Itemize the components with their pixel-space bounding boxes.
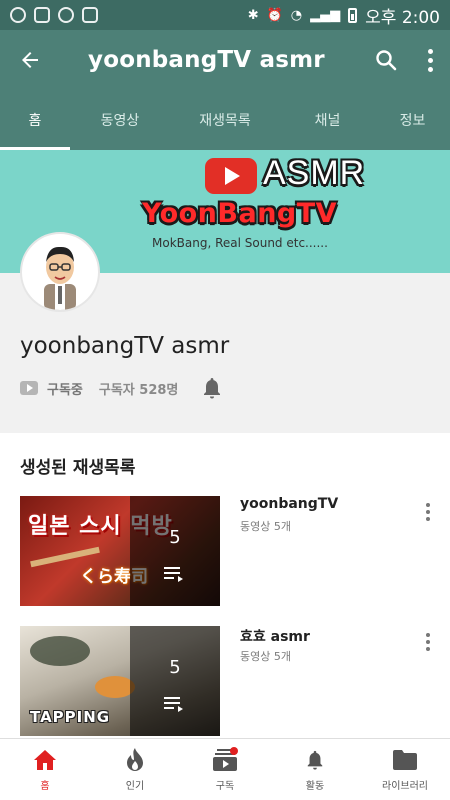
avatar-cartoon-icon xyxy=(44,246,76,310)
playlist-video-count: 5 xyxy=(169,526,181,548)
tab-about[interactable]: 정보 xyxy=(375,90,450,150)
nav-library-label: 라이브러리 xyxy=(382,781,428,792)
playlist-thumbnail[interactable]: 일본 스시 먹방 くら寿司 5 xyxy=(20,496,220,606)
youtube-logo-icon xyxy=(205,158,257,194)
playlist-item[interactable]: TAPPING 5 효효 asmr 동영상 5개 xyxy=(0,626,450,736)
nav-library[interactable]: 라이브러리 xyxy=(360,739,450,800)
battery-icon xyxy=(348,7,358,23)
app-bar: yoonbangTV asmr xyxy=(0,30,450,90)
nav-activity-label: 활동 xyxy=(305,781,325,792)
flame-icon xyxy=(122,747,148,773)
status-right: ✱ ⏰ ◔ ▂▄▆ 오후 2:00 xyxy=(248,3,440,28)
playlist-queue-icon xyxy=(164,696,183,712)
status-left-icons xyxy=(10,7,98,23)
alarm-icon: ⏰ xyxy=(266,7,283,23)
nav-subscriptions[interactable]: 구독 xyxy=(180,739,270,800)
tab-playlists[interactable]: 재생목록 xyxy=(170,90,280,150)
playlist-title[interactable]: 효효 asmr xyxy=(240,626,310,646)
subscribed-button[interactable]: 구독중 xyxy=(47,379,83,398)
created-playlists-section: 생성된 재생목록 일본 스시 먹방 くら寿司 5 yoonbangTV 동영상 … xyxy=(0,433,450,738)
status-bar: ✱ ⏰ ◔ ▂▄▆ 오후 2:00 xyxy=(0,0,450,30)
subscriptions-icon xyxy=(212,747,238,773)
more-vert-icon xyxy=(427,48,433,72)
status-time: 오후 2:00 xyxy=(365,7,440,28)
nav-activity[interactable]: 활동 xyxy=(270,739,360,800)
thumb-tapping-title: TAPPING xyxy=(30,708,111,726)
playlist-video-count: 5 xyxy=(169,656,181,678)
nav-trending[interactable]: 인기 xyxy=(90,739,180,800)
new-content-badge xyxy=(230,747,238,755)
banner-brand: YoonBangTV xyxy=(142,198,338,229)
chat-icon xyxy=(58,7,74,23)
playlist-item[interactable]: 일본 스시 먹방 くら寿司 5 yoonbangTV 동영상 5개 xyxy=(0,496,450,606)
nav-trending-label: 인기 xyxy=(125,781,145,792)
search-icon xyxy=(376,50,397,71)
arrow-back-icon xyxy=(22,52,38,68)
playlist-thumbnail[interactable]: TAPPING 5 xyxy=(20,626,220,736)
home-icon xyxy=(32,747,58,773)
section-title: 생성된 재생목록 xyxy=(20,458,136,478)
channel-name: yoonbangTV asmr xyxy=(20,333,230,359)
bottom-navigation: 홈 인기 구독 활동 라이브러리 xyxy=(0,738,450,800)
folder-icon xyxy=(392,747,418,773)
tab-videos[interactable]: 동영상 xyxy=(70,90,170,150)
banner-subtitle: MokBang, Real Sound etc...... xyxy=(152,236,328,250)
more-options-button[interactable] xyxy=(410,30,450,90)
screenshot-icon xyxy=(34,7,50,23)
notification-bell-button[interactable] xyxy=(200,373,224,403)
food-bowl-decoration xyxy=(95,676,135,698)
playlist-title[interactable]: yoonbangTV xyxy=(240,496,338,512)
page-title: yoonbangTV asmr xyxy=(88,47,325,73)
search-button[interactable] xyxy=(362,30,410,90)
playlist-meta: 동영상 5개 xyxy=(240,520,291,533)
bell-icon xyxy=(204,378,221,399)
tab-home[interactable]: 홈 xyxy=(0,90,70,150)
playlist-count-overlay: 5 xyxy=(130,496,220,606)
plant-decoration xyxy=(30,636,90,666)
banner-logo-text: ASMR xyxy=(263,154,366,192)
playlist-queue-icon xyxy=(164,566,183,582)
signal-icon: ▂▄▆ xyxy=(310,7,341,23)
playlist-more-button[interactable] xyxy=(418,630,438,654)
playlist-count-overlay: 5 xyxy=(130,626,220,736)
wifi-icon: ◔ xyxy=(290,7,303,23)
channel-avatar[interactable] xyxy=(20,232,100,312)
playlist-meta: 동영상 5개 xyxy=(240,650,291,663)
back-button[interactable] xyxy=(0,30,60,90)
nav-home[interactable]: 홈 xyxy=(0,739,90,800)
tab-channels[interactable]: 채널 xyxy=(280,90,375,150)
cat-icon xyxy=(82,7,98,23)
channel-tabs: 홈 동영상 재생목록 채널 정보 xyxy=(0,90,450,150)
nav-home-label: 홈 xyxy=(40,781,50,792)
bell-icon xyxy=(302,747,328,773)
bluetooth-icon: ✱ xyxy=(247,7,259,23)
subscribed-youtube-icon xyxy=(20,381,38,395)
nav-subscriptions-label: 구독 xyxy=(215,781,235,792)
subscription-row: 구독중 구독자 528명 xyxy=(20,373,224,403)
subscriber-count: 구독자 528명 xyxy=(98,382,179,398)
sync-icon xyxy=(10,7,26,23)
playlist-more-button[interactable] xyxy=(418,500,438,524)
